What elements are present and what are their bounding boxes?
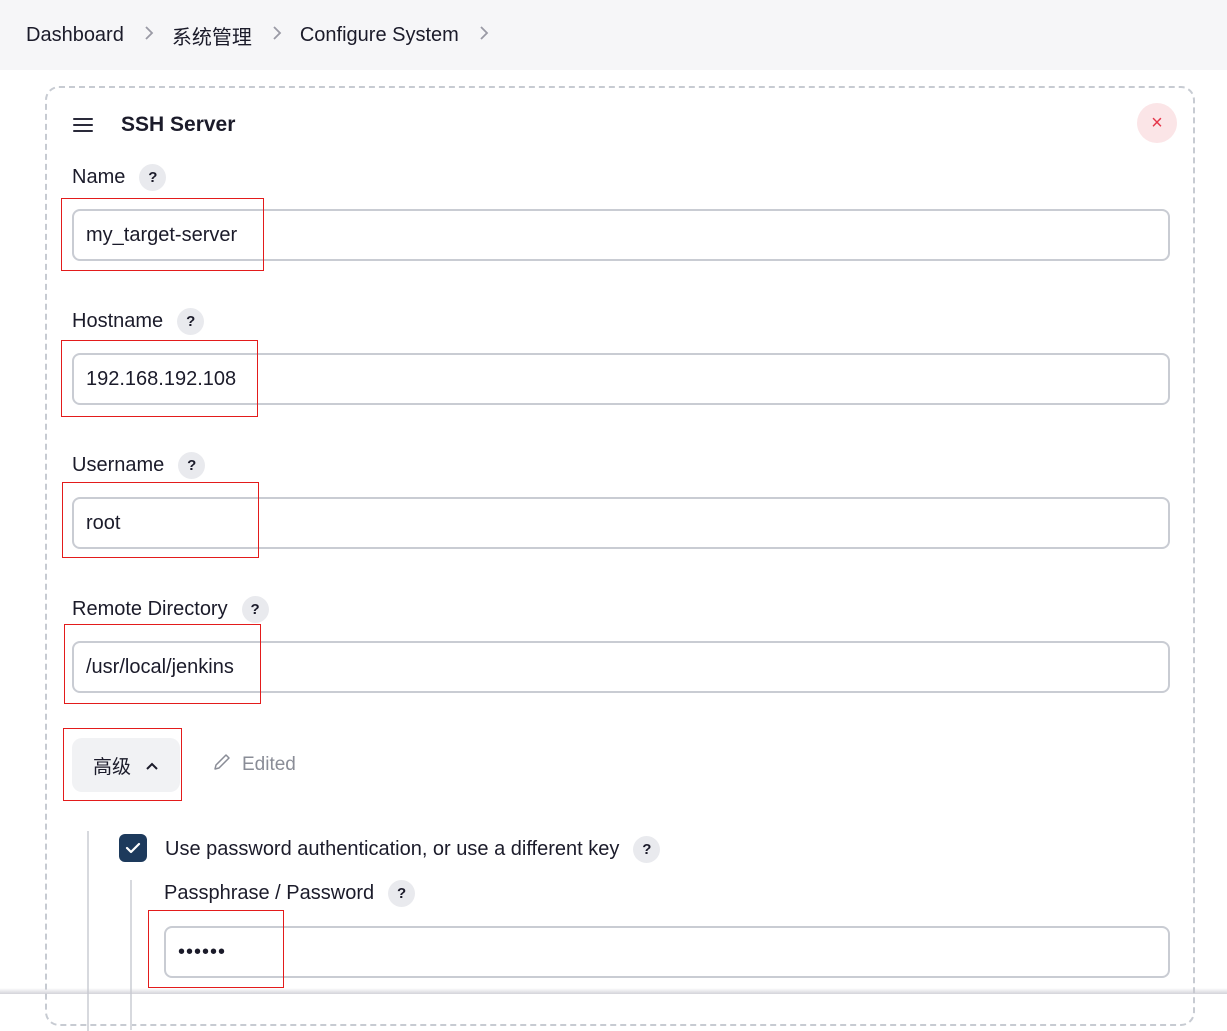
- username-label: Username ?: [72, 452, 206, 479]
- password-auth-label: Use password authentication, or use a di…: [165, 836, 661, 863]
- hostname-input[interactable]: [72, 353, 1170, 405]
- name-label: Name ?: [72, 164, 167, 191]
- section-title: SSH Server: [121, 113, 236, 136]
- nested-subsection-line: [130, 880, 132, 1030]
- passphrase-label: Passphrase / Password ?: [164, 880, 416, 907]
- remote-directory-label-text: Remote Directory: [72, 598, 228, 620]
- help-icon[interactable]: ?: [177, 308, 205, 335]
- passphrase-input[interactable]: [164, 926, 1170, 978]
- help-icon[interactable]: ?: [633, 836, 661, 863]
- remote-directory-input[interactable]: [72, 641, 1170, 693]
- chevron-right-icon: [272, 24, 282, 47]
- pencil-icon: [212, 752, 232, 777]
- edited-indicator: Edited: [212, 752, 296, 777]
- name-input[interactable]: [72, 209, 1170, 261]
- remote-directory-label: Remote Directory ?: [72, 596, 269, 623]
- advanced-toggle-button[interactable]: 高级: [72, 738, 180, 792]
- passphrase-label-text: Passphrase / Password: [164, 882, 375, 904]
- edited-label: Edited: [242, 753, 296, 775]
- scroll-edge: [0, 988, 1227, 994]
- hostname-label-text: Hostname: [72, 310, 164, 332]
- username-input[interactable]: [72, 497, 1170, 549]
- ssh-server-section: SSH Server × Name ? Hostname ? Username …: [45, 86, 1195, 1031]
- chevron-right-icon: [144, 24, 154, 47]
- breadcrumb-configure-system[interactable]: Configure System: [300, 24, 459, 47]
- breadcrumb-dashboard[interactable]: Dashboard: [26, 24, 124, 47]
- help-icon[interactable]: ?: [388, 880, 416, 907]
- password-auth-checkbox[interactable]: [119, 834, 147, 862]
- help-icon[interactable]: ?: [139, 164, 167, 191]
- name-label-text: Name: [72, 166, 126, 188]
- help-icon[interactable]: ?: [241, 596, 269, 623]
- nested-section-line: [87, 831, 89, 1031]
- hostname-label: Hostname ?: [72, 308, 205, 335]
- breadcrumb: Dashboard 系统管理 Configure System: [0, 0, 1227, 70]
- username-label-text: Username: [72, 454, 165, 476]
- help-icon[interactable]: ?: [178, 452, 206, 479]
- advanced-label: 高级: [92, 756, 131, 778]
- section-header: SSH Server: [73, 110, 235, 140]
- drag-handle-icon[interactable]: [73, 118, 95, 132]
- breadcrumb-system-management[interactable]: 系统管理: [172, 21, 252, 50]
- close-icon: ×: [1151, 111, 1163, 134]
- chevron-up-icon: [145, 758, 159, 775]
- chevron-right-icon[interactable]: [479, 24, 489, 47]
- checkmark-icon: [125, 842, 141, 854]
- delete-section-button[interactable]: ×: [1137, 103, 1177, 143]
- password-auth-label-text: Use password authentication, or use a di…: [165, 838, 620, 860]
